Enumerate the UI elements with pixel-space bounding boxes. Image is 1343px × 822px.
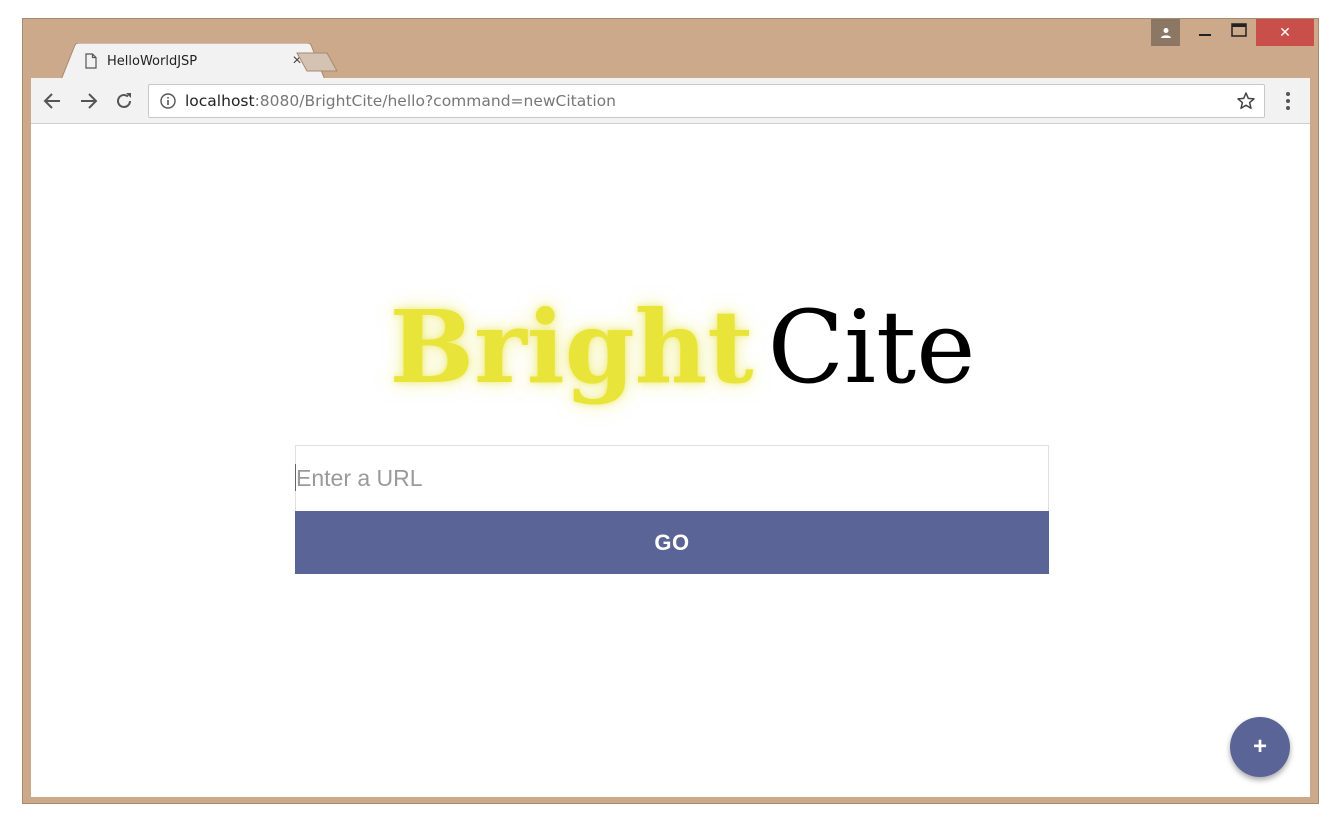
page-icon: [85, 53, 97, 69]
reload-icon: [117, 93, 131, 108]
minimize-button[interactable]: [1188, 19, 1222, 41]
back-arrow-icon: [43, 93, 60, 109]
browser-toolbar: localhost:8080/BrightCite/hello?command=…: [31, 78, 1310, 124]
logo-cite-text: Cite: [767, 289, 976, 406]
browser-window: ✕ HelloWorldJSP × localhost:8080/BrightC…: [22, 18, 1319, 804]
brightcite-logo: Bright Cite: [31, 292, 1310, 403]
go-button[interactable]: GO: [295, 511, 1049, 574]
tab-title: HelloWorldJSP: [107, 53, 198, 69]
page-content: BrightCite GO +: [31, 124, 1310, 797]
text-caret: [295, 464, 296, 491]
url-path: :8080/BrightCite/hello?command=newCitati…: [254, 92, 616, 110]
maximize-button[interactable]: [1222, 19, 1256, 41]
address-bar[interactable]: localhost:8080/BrightCite/hello?command=…: [148, 84, 1265, 118]
logo-bright-text: Bright: [389, 288, 754, 406]
url-input[interactable]: [295, 445, 1049, 511]
profile-button[interactable]: [1151, 19, 1180, 46]
window-controls: ✕: [1151, 19, 1314, 47]
maximize-icon: [1231, 23, 1247, 37]
bookmark-star-icon[interactable]: [1234, 89, 1258, 113]
forward-arrow-icon: [81, 93, 98, 109]
add-fab-button[interactable]: +: [1230, 717, 1290, 777]
minimize-icon: [1199, 34, 1211, 36]
close-window-button[interactable]: ✕: [1256, 19, 1314, 46]
more-vertical-icon: [1286, 92, 1290, 110]
new-tab-button[interactable]: [295, 51, 341, 73]
reload-button[interactable]: [112, 89, 136, 113]
browser-menu-button[interactable]: [1278, 89, 1298, 113]
tab-content: HelloWorldJSP ×: [85, 51, 305, 71]
url-host: localhost: [185, 92, 255, 110]
close-icon: ✕: [1279, 24, 1291, 41]
user-icon: [1160, 27, 1171, 38]
forward-button[interactable]: [76, 89, 100, 113]
url-text[interactable]: localhost:8080/BrightCite/hello?command=…: [185, 92, 1234, 110]
site-info-icon[interactable]: [159, 92, 177, 110]
browser-tab[interactable]: HelloWorldJSP ×: [61, 43, 325, 80]
back-button[interactable]: [41, 89, 65, 113]
